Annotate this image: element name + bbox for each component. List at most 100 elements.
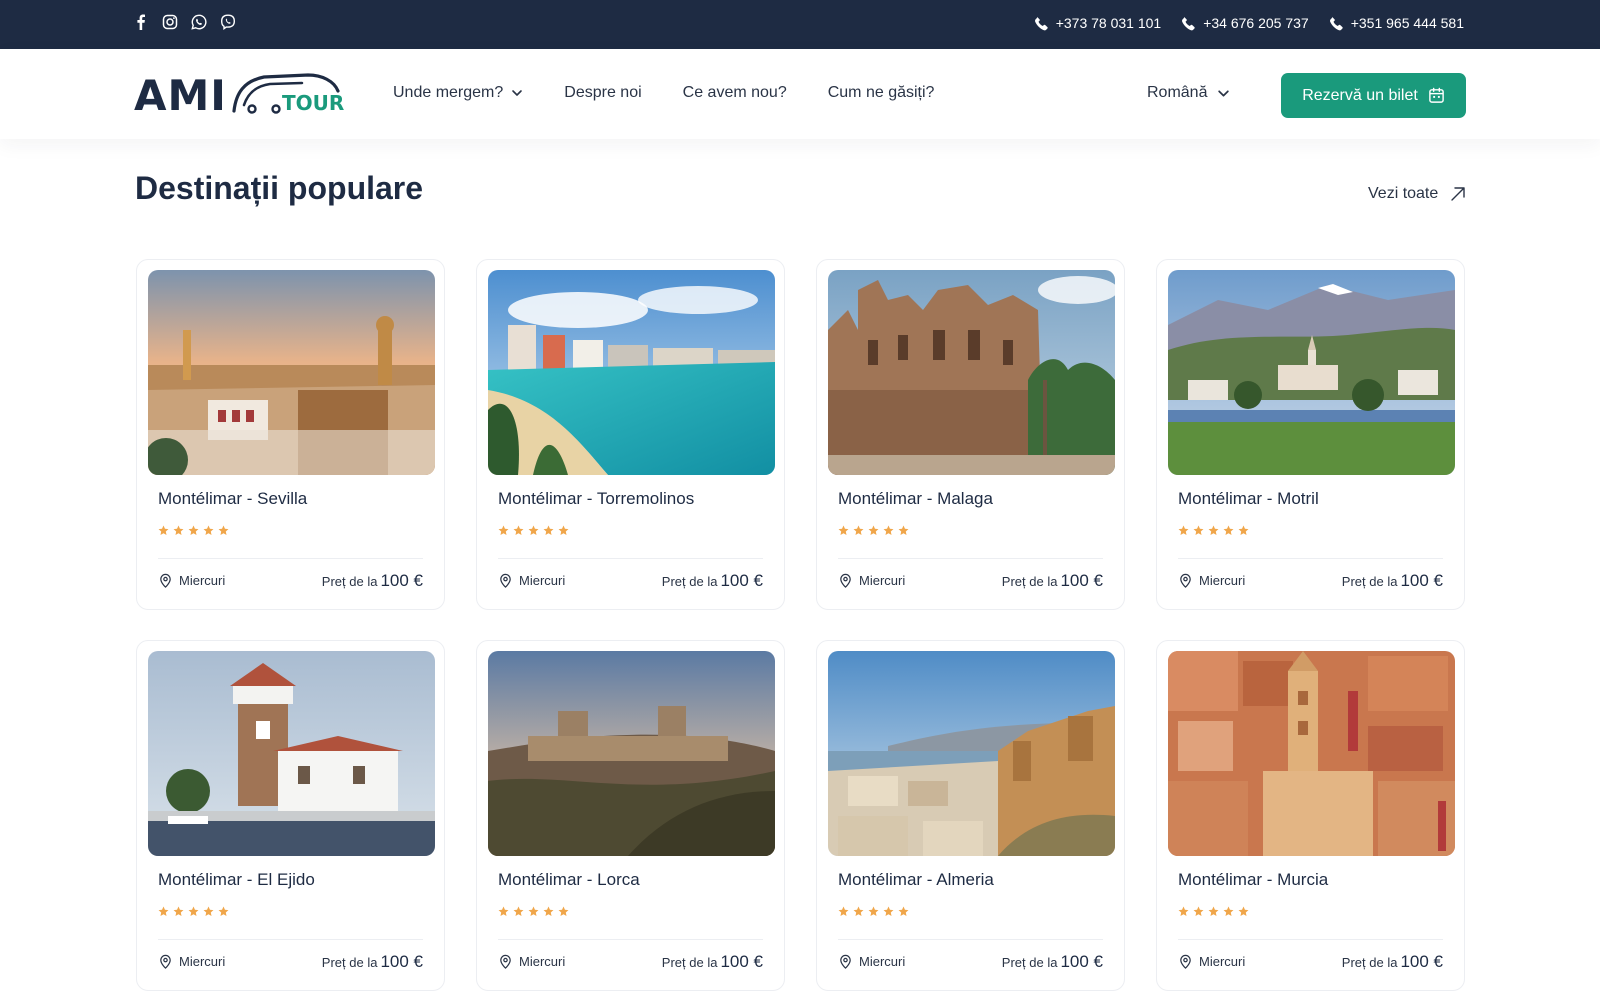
destination-card[interactable]: Montélimar - Almeria Miercuri Preț de la… xyxy=(816,640,1125,991)
star-icon xyxy=(1223,906,1234,916)
price-amount: 100 € xyxy=(1060,571,1103,590)
star-icon xyxy=(203,525,214,535)
price-amount: 100 € xyxy=(1060,952,1103,971)
rating-stars xyxy=(498,906,569,917)
star-icon xyxy=(883,525,894,535)
logo[interactable]: AMI TOUR xyxy=(134,71,344,119)
destination-card[interactable]: Montélimar - Torremolinos Miercuri Preț … xyxy=(476,259,785,610)
nav-label: Ce avem nou? xyxy=(682,84,787,101)
card-divider xyxy=(498,558,763,559)
main-nav: Unde mergem? Despre noi Ce avem nou? Cum… xyxy=(393,84,934,102)
nav-news[interactable]: Ce avem nou? xyxy=(683,84,787,102)
viber-icon[interactable] xyxy=(220,14,236,30)
section-title: Destinații populare xyxy=(135,170,424,206)
destination-image xyxy=(488,651,775,856)
book-ticket-label: Rezervă un bilet xyxy=(1302,86,1418,104)
destination-image xyxy=(148,651,435,856)
nav-label: Cum ne găsiți? xyxy=(827,84,935,101)
star-icon xyxy=(838,525,849,535)
price-prefix: Preț de la xyxy=(1341,955,1398,970)
star-icon xyxy=(1178,906,1189,916)
destination-card[interactable]: Montélimar - Malaga Miercuri Preț de la 1… xyxy=(816,259,1125,610)
destination-image xyxy=(828,270,1115,475)
destination-title: Montélimar - Lorca xyxy=(498,870,640,889)
phone-number: +373 78 031 101 xyxy=(1055,15,1162,31)
phone-link-es[interactable]: +34 676 205 737 xyxy=(1181,15,1309,31)
phone-link-md[interactable]: +373 78 031 101 xyxy=(1034,15,1162,31)
location-pin-icon xyxy=(840,573,851,588)
star-icon xyxy=(203,906,214,916)
star-icon xyxy=(528,906,539,916)
price-prefix: Preț de la xyxy=(661,574,718,589)
destination-card[interactable]: Montélimar - El Ejido Miercuri Preț de l… xyxy=(136,640,445,991)
star-icon xyxy=(218,906,229,916)
destination-title: Montélimar - Murcia xyxy=(1178,870,1329,889)
departure-day: Miercuri xyxy=(838,573,905,588)
destination-image xyxy=(1168,270,1455,475)
star-icon xyxy=(898,906,909,916)
phone-number: +351 965 444 581 xyxy=(1350,15,1464,31)
social-links xyxy=(133,14,236,30)
chevron-down-icon xyxy=(512,90,523,96)
destination-title: Montélimar - El Ejido xyxy=(158,870,315,889)
nav-about[interactable]: Despre noi xyxy=(564,84,641,102)
phone-list: +373 78 031 101 +34 676 205 737 +351 965… xyxy=(1034,15,1464,31)
location-pin-icon xyxy=(160,954,171,969)
nav-contact[interactable]: Cum ne găsiți? xyxy=(828,84,935,102)
price-prefix: Preț de la xyxy=(321,955,378,970)
rating-stars xyxy=(1178,906,1249,917)
price-amount: 100 € xyxy=(1400,571,1443,590)
departure-day-label: Miercuri xyxy=(1199,954,1246,969)
departure-day-label: Miercuri xyxy=(1199,573,1246,588)
star-icon xyxy=(513,525,524,535)
nav-destinations[interactable]: Unde mergem? xyxy=(393,84,523,102)
rating-stars xyxy=(498,525,569,536)
rating-stars xyxy=(158,906,229,917)
departure-day: Miercuri xyxy=(498,573,565,588)
departure-day: Miercuri xyxy=(158,573,225,588)
see-all-link[interactable]: Vezi toate xyxy=(1368,184,1468,204)
destination-card[interactable]: Montélimar - Sevilla Miercuri Preț de la… xyxy=(136,259,445,610)
destination-title: Montélimar - Almeria xyxy=(838,870,994,889)
phone-icon xyxy=(1034,16,1048,30)
star-icon xyxy=(1238,906,1249,916)
price: Preț de la 100 € xyxy=(322,571,423,591)
price-amount: 100 € xyxy=(380,952,423,971)
destination-card[interactable]: Montélimar - Motril Miercuri Preț de la 1… xyxy=(1156,259,1465,610)
star-icon xyxy=(1223,525,1234,535)
destination-image xyxy=(488,270,775,475)
destination-card[interactable]: Montélimar - Lorca Miercuri Preț de la 10… xyxy=(476,640,785,991)
star-icon xyxy=(158,525,169,535)
star-icon xyxy=(173,525,184,535)
price-amount: 100 € xyxy=(380,571,423,590)
instagram-icon[interactable] xyxy=(162,14,178,30)
see-all-label: Vezi toate xyxy=(1368,185,1439,202)
departure-day-label: Miercuri xyxy=(179,954,226,969)
destination-image xyxy=(1168,651,1455,856)
star-icon xyxy=(173,906,184,916)
nav-label: Despre noi xyxy=(564,84,642,101)
language-selector[interactable]: Română xyxy=(1147,84,1230,102)
price-prefix: Preț de la xyxy=(1001,574,1058,589)
star-icon xyxy=(1193,525,1204,535)
whatsapp-icon[interactable] xyxy=(191,14,207,30)
phone-link-pt[interactable]: +351 965 444 581 xyxy=(1329,15,1464,31)
price-prefix: Preț de la xyxy=(1341,574,1398,589)
destination-image xyxy=(148,270,435,475)
star-icon xyxy=(853,525,864,535)
departure-day-label: Miercuri xyxy=(519,954,566,969)
destination-title: Montélimar - Motril xyxy=(1178,489,1319,508)
facebook-icon[interactable] xyxy=(133,14,149,30)
book-ticket-button[interactable]: Rezervă un bilet xyxy=(1281,73,1466,118)
destination-title: Montélimar - Sevilla xyxy=(158,489,308,508)
price: Preț de la 100 € xyxy=(662,952,763,972)
departure-day: Miercuri xyxy=(1178,573,1245,588)
departure-day-label: Miercuri xyxy=(179,573,226,588)
top-bar: +373 78 031 101 +34 676 205 737 +351 965… xyxy=(0,0,1600,49)
departure-day-label: Miercuri xyxy=(859,573,906,588)
star-icon xyxy=(558,906,569,916)
rating-stars xyxy=(158,525,229,536)
star-icon xyxy=(498,525,509,535)
location-pin-icon xyxy=(1180,573,1191,588)
destination-card[interactable]: Montélimar - Murcia Miercuri Preț de la 1… xyxy=(1156,640,1465,991)
